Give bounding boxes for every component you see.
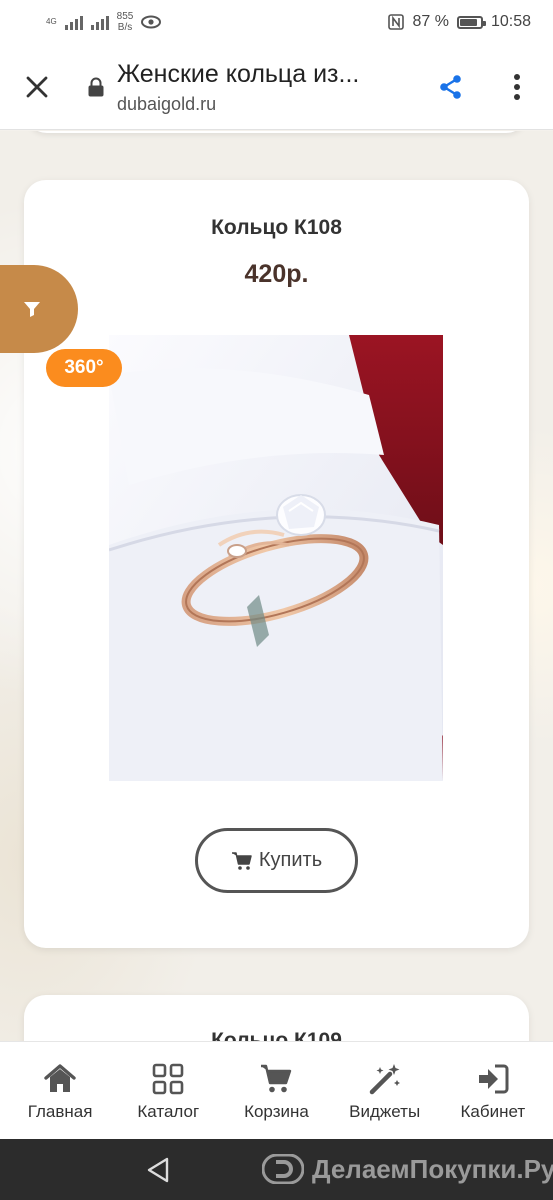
- net-speed: 855 B/s: [117, 11, 134, 33]
- magic-wand-icon: [369, 1064, 400, 1095]
- status-right: 87 % 10:58: [388, 13, 531, 31]
- status-bar: 4G 855 B/s 87 % 10:58: [0, 0, 553, 44]
- nav-item-home[interactable]: Главная: [8, 1042, 113, 1139]
- grid-icon: [152, 1063, 184, 1095]
- more-menu-icon[interactable]: [506, 72, 528, 102]
- battery-percent: 87 %: [412, 13, 449, 30]
- product-card[interactable]: Кольцо К108 420р. Купить: [24, 180, 529, 948]
- page-url[interactable]: dubaigold.ru: [117, 94, 216, 115]
- clock: 10:58: [490, 13, 531, 30]
- nav-label-widgets: Виджеты: [349, 1102, 421, 1121]
- next-product-card[interactable]: Кольцо К109: [24, 995, 529, 1041]
- nav-label-account: Кабинет: [460, 1102, 526, 1121]
- product-title[interactable]: Кольцо К108: [24, 216, 529, 240]
- status-left: 4G 855 B/s: [46, 11, 162, 33]
- watermark-text: ДелаемПокупки.Ру: [312, 1153, 553, 1184]
- net-speed-unit: B/s: [117, 22, 133, 33]
- cart-icon: [261, 1064, 292, 1093]
- eye-icon: [141, 15, 162, 29]
- bottom-nav: Главная Каталог Корзина Виджеты Кабинет: [0, 1041, 553, 1139]
- product-price: 420р.: [244, 260, 309, 288]
- previous-product-card: [25, 131, 528, 133]
- view-360-badge[interactable]: 360°: [46, 349, 122, 387]
- cart-icon: [231, 851, 252, 870]
- page-content[interactable]: Кольцо К108 420р. Купить Кольцо К109 360…: [0, 131, 553, 1041]
- nav-item-account[interactable]: Кабинет: [440, 1042, 545, 1139]
- cell-signal-icon: [64, 14, 83, 30]
- net-speed-value: 855: [116, 11, 134, 22]
- nav-item-cart[interactable]: Корзина: [224, 1042, 329, 1139]
- nav-label-home: Главная: [27, 1102, 93, 1121]
- browser-toolbar: Женские кольца из... dubaigold.ru: [0, 44, 553, 130]
- next-product-title[interactable]: Кольцо К109: [24, 1029, 529, 1041]
- system-nav-bar: ДелаемПокупки.Ру: [0, 1139, 553, 1200]
- lock-icon: [88, 77, 104, 97]
- nav-item-widgets[interactable]: Виджеты: [332, 1042, 437, 1139]
- battery-icon: [456, 15, 486, 29]
- watermark-logo-icon: [262, 1154, 304, 1184]
- nav-item-catalog[interactable]: Каталог: [116, 1042, 221, 1139]
- back-triangle-icon[interactable]: [145, 1156, 171, 1184]
- network-type-label: 4G: [46, 17, 57, 26]
- watermark: ДелаемПокупки.Ру: [262, 1152, 553, 1186]
- filter-icon: [24, 302, 40, 317]
- cell-signal-2-icon: [90, 14, 109, 30]
- close-icon[interactable]: [22, 72, 52, 102]
- home-icon: [44, 1064, 76, 1092]
- nfc-icon: [388, 14, 405, 30]
- nav-label-cart: Корзина: [244, 1102, 309, 1121]
- page-title[interactable]: Женские кольца из...: [117, 60, 417, 89]
- nav-label-catalog: Каталог: [137, 1102, 200, 1121]
- share-icon[interactable]: [438, 74, 464, 100]
- buy-button[interactable]: Купить: [195, 828, 358, 893]
- product-image[interactable]: [109, 335, 443, 781]
- buy-button-label: Купить: [258, 849, 323, 871]
- sign-in-icon: [478, 1064, 509, 1094]
